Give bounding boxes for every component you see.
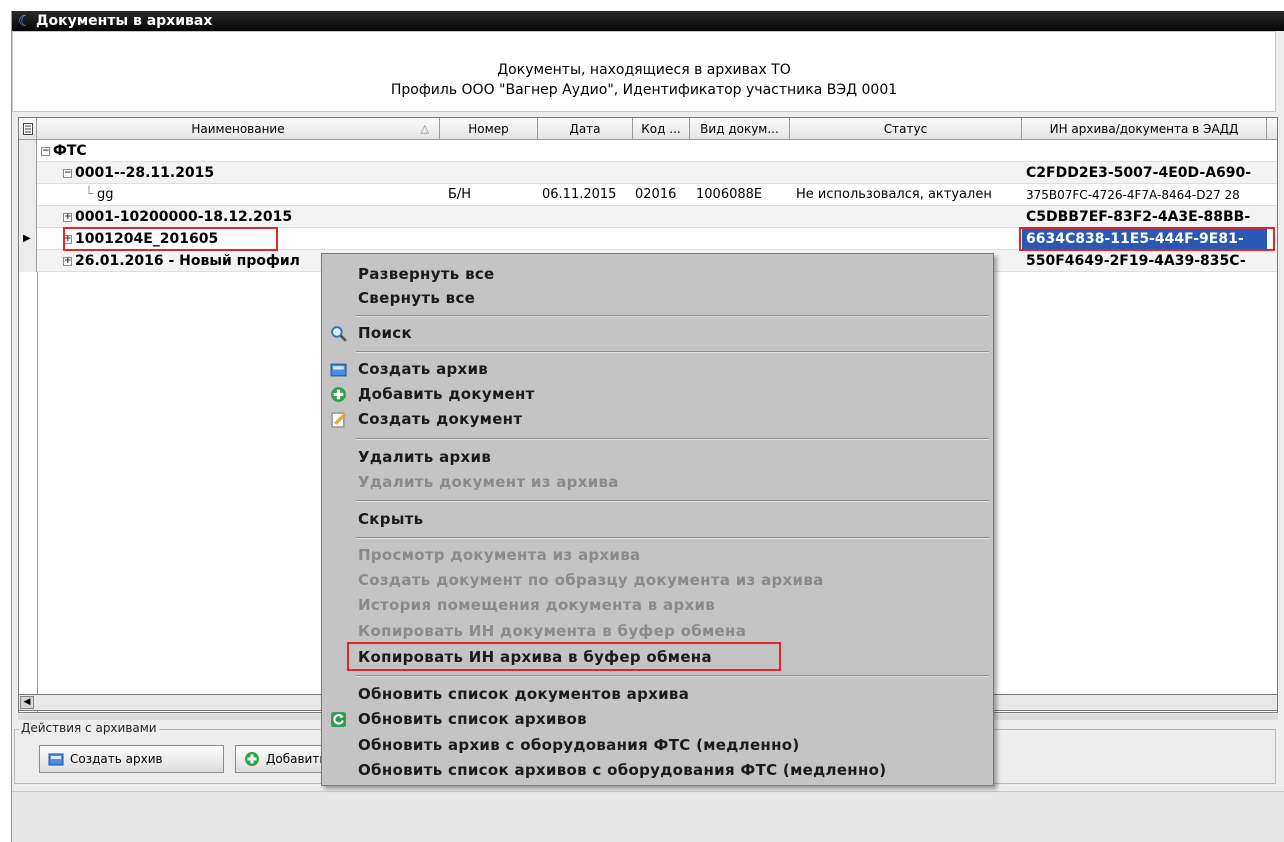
row-indicator (19, 162, 37, 184)
row-indicator (19, 206, 37, 228)
tree-row-fts[interactable]: − ФТС (19, 140, 1277, 162)
expand-icon[interactable]: + (63, 234, 72, 244)
archive-icon (48, 753, 64, 766)
create-archive-button[interactable]: Создать архив (39, 745, 224, 773)
column-header-id[interactable]: ИН архива/документа в ЭАДД (1022, 118, 1267, 140)
app-logo-icon: ☾ (18, 12, 32, 30)
row-indicator: ▶ (19, 228, 37, 250)
menu-delete-archive[interactable]: Удалить архив (322, 444, 993, 470)
menu-separator (356, 675, 989, 677)
header-line-1: Документы, находящиеся в архивах ТО (497, 62, 791, 78)
refresh-icon (331, 712, 346, 727)
row-id: 375B07FC-4726-4F7A-8464-D27 28 (1026, 188, 1240, 202)
tree-row-archive[interactable]: −0001--28.11.2015 C2FDD2E3-5007-4E0D-A69… (19, 162, 1277, 184)
add-document-button[interactable]: Добавить (235, 745, 327, 773)
row-name: 1001204E_201605 (75, 231, 219, 247)
context-menu: Развернуть все Свернуть все Поиск Создат… (321, 253, 994, 786)
grid-divider (37, 272, 38, 712)
menu-separator (356, 315, 989, 317)
expand-icon[interactable]: + (63, 256, 72, 266)
column-chooser-icon[interactable] (19, 118, 37, 140)
status-bar (12, 791, 1284, 842)
edit-document-icon (331, 412, 347, 428)
row-name: 0001-10200000-18.12.2015 (75, 209, 293, 225)
title-bar: ☾ Документы в архивах (12, 11, 1284, 31)
scroll-left-icon[interactable]: ◀ (20, 696, 34, 709)
menu-copy-document-id: Копировать ИН документа в буфер обмена (358, 622, 747, 640)
column-header-code[interactable]: Код ... (633, 118, 690, 140)
collapse-icon[interactable]: − (41, 146, 50, 156)
row-code: 02016 (635, 187, 677, 202)
row-name: gg (96, 187, 114, 202)
menu-refresh-archive-from-fts[interactable]: Обновить архив с оборудования ФТС (медле… (322, 732, 993, 758)
menu-create-from-template: Создать документ по образцу документа из… (358, 571, 824, 589)
report-header: Документы, находящиеся в архивах ТО Проф… (12, 31, 1276, 112)
row-id-selected[interactable]: 6634C838-11E5-444F-9E81- (1022, 228, 1267, 250)
row-name: ФТС (53, 143, 87, 159)
column-header-number[interactable]: Номер (440, 118, 538, 140)
current-row-icon: ▶ (23, 233, 31, 244)
menu-separator (356, 438, 989, 440)
row-id: 550F4649-2F19-4A39-835C- (1026, 253, 1246, 269)
row-number: Б/Н (448, 187, 472, 202)
expand-icon[interactable]: + (63, 212, 72, 222)
menu-collapse-all[interactable]: Свернуть все (322, 285, 993, 311)
row-date: 06.11.2015 (542, 187, 617, 202)
header-line-2: Профиль ООО "Вагнер Аудио", Идентификато… (390, 82, 898, 98)
menu-create-archive[interactable]: Создать архив (322, 356, 993, 382)
column-header-doc-type[interactable]: Вид докум... (690, 118, 790, 140)
tree-row-document[interactable]: └ gg Б/Н 06.11.2015 02016 1006088E Не ис… (19, 184, 1277, 206)
row-name: 26.01.2016 - Новый профил (75, 253, 300, 269)
row-doc-type: 1006088E (696, 187, 763, 202)
menu-separator (356, 351, 989, 353)
menu-hide[interactable]: Скрыть (322, 506, 993, 532)
row-id: C2FDD2E3-5007-4E0D-A690- (1026, 165, 1252, 181)
column-header-date[interactable]: Дата (538, 118, 633, 140)
menu-create-document[interactable]: Создать документ (322, 406, 993, 432)
column-header-status[interactable]: Статус (790, 118, 1022, 140)
menu-expand-all[interactable]: Развернуть все (322, 261, 993, 287)
row-indicator (19, 250, 37, 272)
menu-refresh-archives-from-fts[interactable]: Обновить список архивов с оборудования Ф… (322, 757, 993, 783)
menu-delete-document: Удалить документ из архива (358, 473, 619, 491)
sort-ascending-icon: △ (420, 122, 429, 135)
window-title: Документы в архивах (36, 13, 213, 29)
tree-connector-icon: └ (85, 187, 93, 202)
menu-separator (356, 500, 989, 502)
group-label: Действия с архивами (19, 721, 159, 735)
menu-separator (356, 537, 989, 539)
tree-row-archive-selected[interactable]: ▶ +1001204E_201605 6634C838-11E5-444F-9E… (19, 228, 1277, 250)
add-icon (245, 752, 259, 766)
tree-row-archive[interactable]: +0001-10200000-18.12.2015 C5DBB7EF-83F2-… (19, 206, 1277, 228)
grid-header: Наименование △ Номер Дата Код ... Вид до… (19, 118, 1277, 140)
row-id: C5DBB7EF-83F2-4A3E-88BB- (1026, 209, 1251, 225)
menu-search[interactable]: Поиск (322, 320, 993, 346)
row-status: Не использовался, актуален (796, 187, 992, 202)
menu-view-document: Просмотр документа из архива (358, 546, 641, 564)
add-icon (331, 387, 346, 402)
column-header-name[interactable]: Наименование △ (37, 118, 440, 140)
search-icon (331, 326, 347, 342)
menu-refresh-documents[interactable]: Обновить список документов архива (322, 681, 993, 707)
row-indicator (19, 140, 37, 162)
menu-add-document[interactable]: Добавить документ (322, 381, 993, 407)
row-indicator (19, 184, 37, 206)
collapse-icon[interactable]: − (63, 168, 72, 178)
menu-copy-archive-id[interactable]: Копировать ИН архива в буфер обмена (322, 644, 993, 670)
archive-icon (330, 363, 347, 377)
menu-refresh-archives[interactable]: Обновить список архивов (322, 706, 993, 732)
row-name: 0001--28.11.2015 (75, 165, 215, 181)
menu-document-history: История помещения документа в архив (358, 596, 716, 614)
